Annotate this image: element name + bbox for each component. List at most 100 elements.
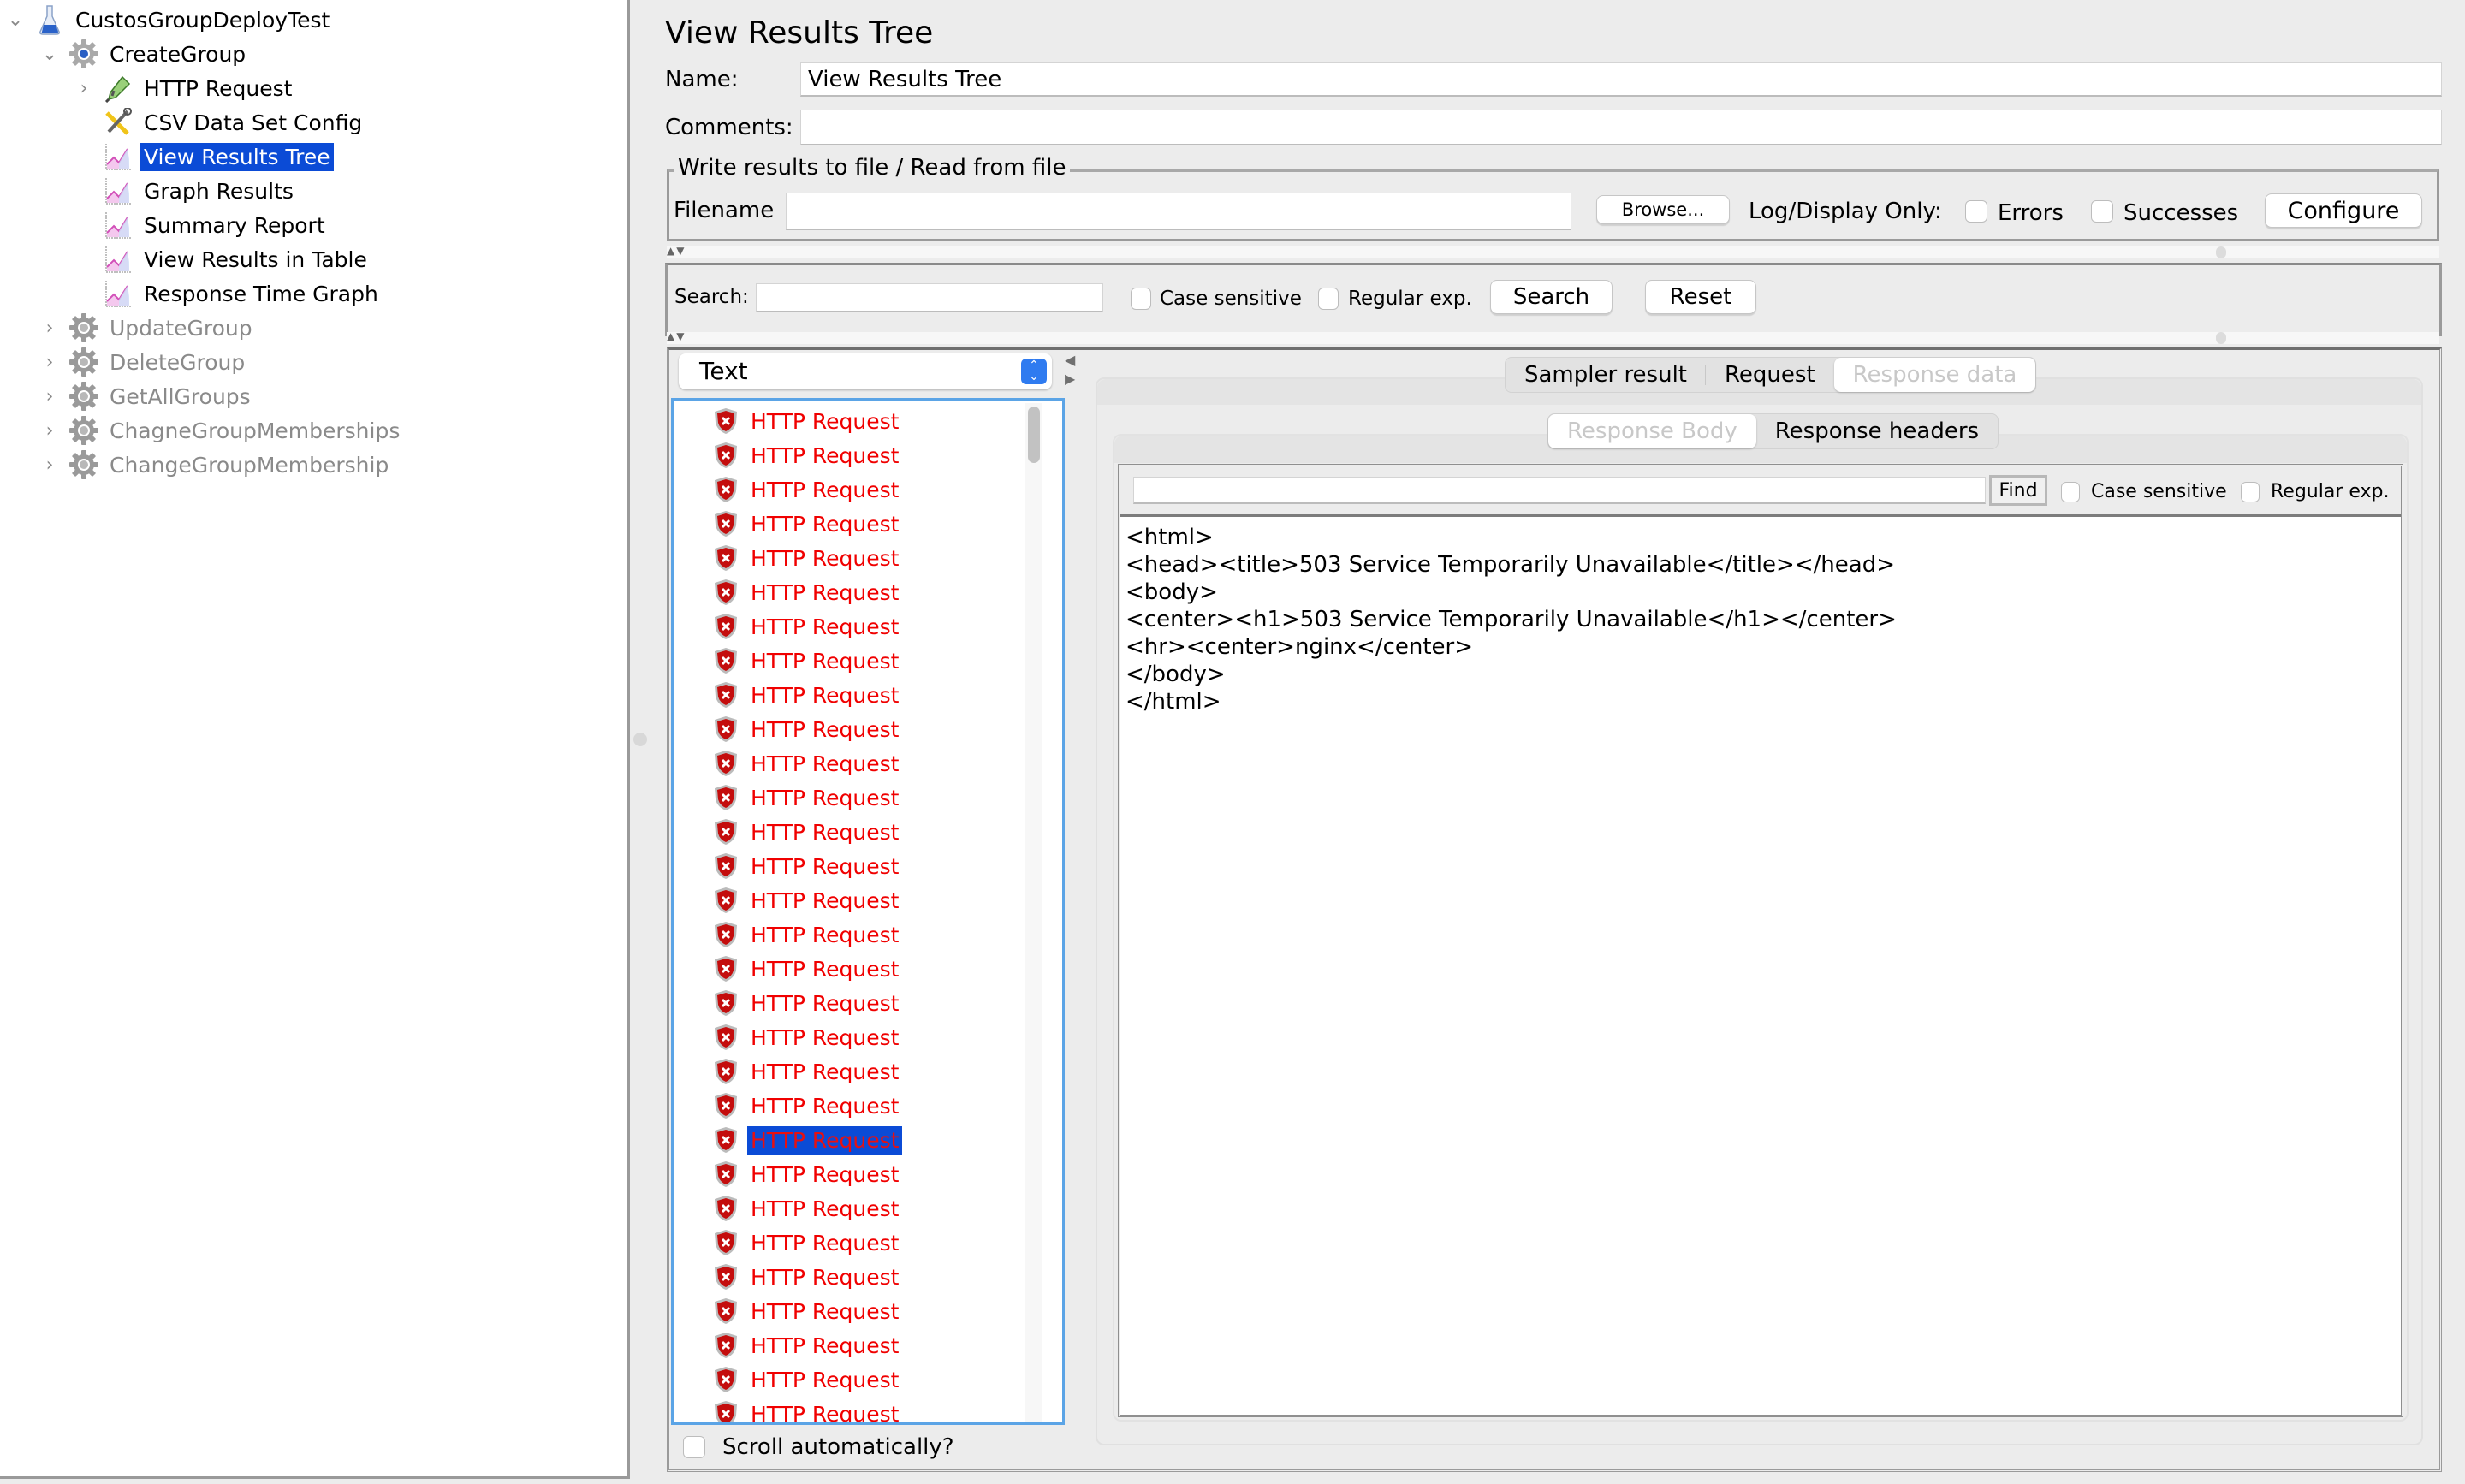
result-row[interactable]: HTTP Request	[713, 815, 902, 849]
tree-node-creategroup[interactable]: ⌄ CreateGroup	[39, 37, 249, 71]
tree-node-changegroupmembership[interactable]: › ChangeGroupMembership	[39, 448, 392, 482]
result-row[interactable]: HTTP Request	[713, 883, 902, 917]
chevron-right-icon[interactable]: ›	[39, 420, 60, 442]
log-display-only-label: Log/Display Only:	[1749, 199, 1942, 224]
updown-chevron-icon[interactable]: ⌃ ⌄	[1021, 359, 1047, 384]
result-row[interactable]: HTTP Request	[713, 678, 902, 712]
scroll-automatically-option[interactable]: Scroll automatically?	[683, 1434, 954, 1460]
split-pane-handle[interactable]	[633, 733, 647, 746]
result-row[interactable]: HTTP Request	[713, 1260, 902, 1294]
result-row[interactable]: HTTP Request	[713, 746, 902, 781]
result-row[interactable]: HTTP Request	[713, 1226, 902, 1260]
error-shield-icon	[713, 579, 739, 606]
result-row[interactable]: HTTP Request	[713, 507, 902, 541]
tab-response-body[interactable]: Response Body	[1548, 414, 1756, 448]
name-label: Name:	[665, 67, 739, 92]
result-row[interactable]: HTTP Request	[713, 986, 902, 1020]
chevron-right-icon[interactable]: ›	[39, 318, 60, 339]
configure-button[interactable]: Configure	[2265, 193, 2422, 228]
result-row[interactable]: HTTP Request	[713, 1123, 903, 1157]
errors-checkbox[interactable]	[1965, 200, 1987, 223]
tree-node-response-time-graph[interactable]: Response Time Graph	[74, 276, 382, 311]
find-button[interactable]: Find	[1989, 475, 2047, 506]
result-row[interactable]: HTTP Request	[713, 644, 902, 678]
vertical-splitter-2[interactable]: ▲▼	[667, 330, 2439, 344]
chevron-right-icon[interactable]: ›	[74, 78, 94, 99]
result-row[interactable]: HTTP Request	[713, 472, 902, 507]
tree-node-http-request[interactable]: › HTTP Request	[74, 71, 295, 105]
browse-button[interactable]: Browse...	[1596, 195, 1730, 224]
response-line: </html>	[1126, 689, 1221, 715]
result-row[interactable]: HTTP Request	[713, 1397, 902, 1422]
chevron-right-icon[interactable]: ›	[39, 352, 60, 373]
scrollbar-thumb[interactable]	[1028, 407, 1040, 463]
result-row[interactable]: HTTP Request	[713, 438, 902, 472]
tree-node-summary-report[interactable]: Summary Report	[74, 208, 329, 242]
tree-node-updategroup[interactable]: › UpdateGroup	[39, 311, 256, 345]
result-row[interactable]: HTTP Request	[713, 1089, 902, 1123]
chevron-right-icon[interactable]: ›	[39, 454, 60, 476]
filename-field[interactable]	[786, 193, 1571, 230]
tree-node-getallgroups[interactable]: › GetAllGroups	[39, 379, 254, 413]
listener-graph-icon	[101, 208, 135, 242]
response-body-text[interactable]: <html> <head><title>503 Service Temporari…	[1120, 514, 2401, 1415]
scroll-automatically-checkbox[interactable]	[683, 1436, 705, 1458]
tree-node-chagnegroupmemberships[interactable]: › ChagneGroupMemberships	[39, 413, 403, 448]
tab-response-data[interactable]: Response data	[1833, 358, 2036, 392]
response-line: </body>	[1126, 662, 1226, 687]
collapse-expand-arrows[interactable]: ◀ ▶	[1065, 351, 1075, 389]
result-row[interactable]: HTTP Request	[713, 1362, 902, 1397]
result-row[interactable]: HTTP Request	[713, 404, 902, 438]
vertical-splitter-1[interactable]: ▲▼	[667, 245, 2439, 258]
successes-checkbox[interactable]	[2091, 200, 2113, 223]
tab-response-headers[interactable]: Response headers	[1756, 414, 1998, 448]
reset-button[interactable]: Reset	[1645, 280, 1756, 314]
result-row[interactable]: HTTP Request	[713, 849, 902, 883]
expand-right-icon[interactable]: ▶	[1065, 370, 1075, 389]
comments-label: Comments:	[665, 115, 793, 140]
result-row[interactable]: HTTP Request	[713, 952, 902, 986]
find-case-sensitive-checkbox[interactable]	[2061, 482, 2080, 502]
tree-node-view-results-in-table[interactable]: View Results in Table	[74, 242, 371, 276]
error-shield-icon	[713, 1263, 739, 1291]
comments-field[interactable]	[800, 110, 2442, 145]
search-input[interactable]	[756, 283, 1103, 312]
splitter-arrows-icon[interactable]: ▲▼	[667, 330, 686, 342]
search-regex-checkbox[interactable]	[1318, 288, 1339, 310]
tree-node-graph-results[interactable]: Graph Results	[74, 174, 297, 208]
result-row[interactable]: HTTP Request	[713, 1191, 902, 1226]
results-list[interactable]: HTTP Request HTTP Request HTTP Request HTTP…	[671, 398, 1065, 1425]
result-row[interactable]: HTTP Request	[713, 1294, 902, 1328]
chevron-right-icon[interactable]: ›	[39, 386, 60, 407]
error-shield-icon	[713, 681, 739, 709]
chevron-down-icon[interactable]: ⌄	[39, 44, 60, 65]
test-plan-tree[interactable]: ⌄ CustosGroupDeployTest ⌄ CreateGroup › HTT…	[0, 0, 630, 1479]
search-button[interactable]: Search	[1490, 280, 1613, 314]
result-row[interactable]: HTTP Request	[713, 712, 902, 746]
search-case-sensitive-checkbox[interactable]	[1131, 288, 1151, 310]
find-input[interactable]	[1133, 477, 1986, 504]
result-row[interactable]: HTTP Request	[713, 781, 902, 815]
result-row[interactable]: HTTP Request	[713, 609, 902, 644]
results-list-scrollbar[interactable]	[1025, 403, 1042, 1422]
tree-node-csv-data-set-config[interactable]: CSV Data Set Config	[74, 105, 365, 139]
result-row[interactable]: HTTP Request	[713, 1328, 902, 1362]
tab-request[interactable]: Request	[1706, 358, 1834, 392]
renderer-select[interactable]: Text ⌃ ⌄	[679, 353, 1052, 389]
chevron-down-icon[interactable]: ⌄	[5, 9, 26, 31]
result-row[interactable]: HTTP Request	[713, 575, 902, 609]
tree-node-label: DeleteGroup	[110, 349, 246, 375]
find-regex-checkbox[interactable]	[2241, 482, 2260, 502]
result-row[interactable]: HTTP Request	[713, 917, 902, 952]
result-row[interactable]: HTTP Request	[713, 1020, 902, 1054]
result-row[interactable]: HTTP Request	[713, 541, 902, 575]
tree-node-test-plan[interactable]: ⌄ CustosGroupDeployTest	[5, 3, 333, 37]
tab-sampler-result[interactable]: Sampler result	[1506, 358, 1706, 392]
result-row[interactable]: HTTP Request	[713, 1054, 902, 1089]
tree-node-deletegroup[interactable]: › DeleteGroup	[39, 345, 248, 379]
splitter-arrows-icon[interactable]: ▲▼	[667, 245, 686, 257]
tree-node-view-results-tree[interactable]: View Results Tree	[74, 139, 334, 174]
result-row[interactable]: HTTP Request	[713, 1157, 902, 1191]
collapse-left-icon[interactable]: ◀	[1065, 351, 1075, 370]
name-field[interactable]	[800, 62, 2442, 97]
